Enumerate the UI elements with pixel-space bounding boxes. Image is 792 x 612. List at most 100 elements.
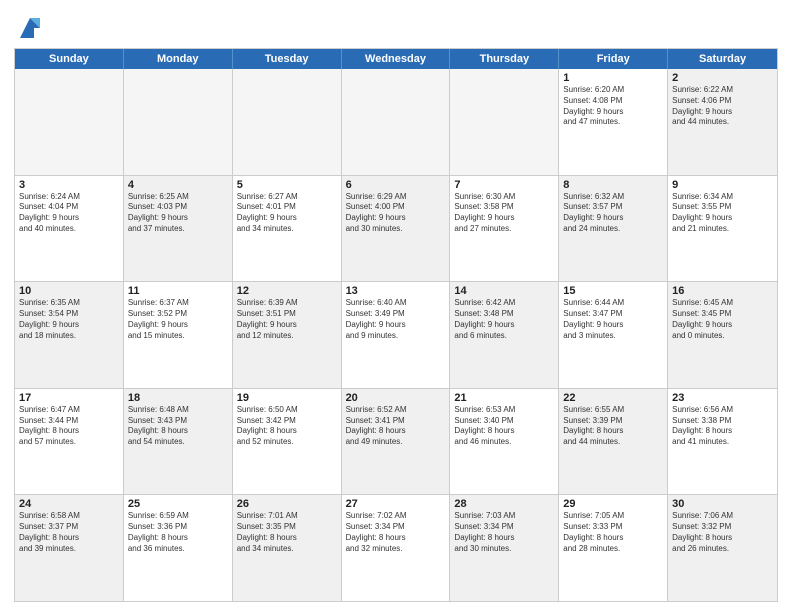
day-cell-2: 2Sunrise: 6:22 AM Sunset: 4:06 PM Daylig… xyxy=(668,69,777,175)
day-cell-6: 6Sunrise: 6:29 AM Sunset: 4:00 PM Daylig… xyxy=(342,176,451,282)
day-details: Sunrise: 6:58 AM Sunset: 3:37 PM Dayligh… xyxy=(19,511,119,554)
page: SundayMondayTuesdayWednesdayThursdayFrid… xyxy=(0,0,792,612)
day-number: 29 xyxy=(563,498,663,510)
day-cell-28: 28Sunrise: 7:03 AM Sunset: 3:34 PM Dayli… xyxy=(450,495,559,601)
day-details: Sunrise: 7:06 AM Sunset: 3:32 PM Dayligh… xyxy=(672,511,773,554)
weekday-header-saturday: Saturday xyxy=(668,49,777,69)
day-number: 7 xyxy=(454,179,554,191)
day-number: 8 xyxy=(563,179,663,191)
day-cell-19: 19Sunrise: 6:50 AM Sunset: 3:42 PM Dayli… xyxy=(233,389,342,495)
day-number: 24 xyxy=(19,498,119,510)
calendar-row-3: 17Sunrise: 6:47 AM Sunset: 3:44 PM Dayli… xyxy=(15,389,777,496)
header xyxy=(14,10,778,42)
day-cell-11: 11Sunrise: 6:37 AM Sunset: 3:52 PM Dayli… xyxy=(124,282,233,388)
calendar-row-4: 24Sunrise: 6:58 AM Sunset: 3:37 PM Dayli… xyxy=(15,495,777,601)
day-details: Sunrise: 6:55 AM Sunset: 3:39 PM Dayligh… xyxy=(563,405,663,448)
day-details: Sunrise: 6:20 AM Sunset: 4:08 PM Dayligh… xyxy=(563,85,663,128)
weekday-header-wednesday: Wednesday xyxy=(342,49,451,69)
day-number: 11 xyxy=(128,285,228,297)
day-number: 14 xyxy=(454,285,554,297)
weekday-header-monday: Monday xyxy=(124,49,233,69)
day-details: Sunrise: 7:03 AM Sunset: 3:34 PM Dayligh… xyxy=(454,511,554,554)
day-number: 21 xyxy=(454,392,554,404)
day-cell-18: 18Sunrise: 6:48 AM Sunset: 3:43 PM Dayli… xyxy=(124,389,233,495)
weekday-header-sunday: Sunday xyxy=(15,49,124,69)
day-cell-17: 17Sunrise: 6:47 AM Sunset: 3:44 PM Dayli… xyxy=(15,389,124,495)
day-cell-13: 13Sunrise: 6:40 AM Sunset: 3:49 PM Dayli… xyxy=(342,282,451,388)
day-number: 10 xyxy=(19,285,119,297)
day-cell-29: 29Sunrise: 7:05 AM Sunset: 3:33 PM Dayli… xyxy=(559,495,668,601)
day-cell-4: 4Sunrise: 6:25 AM Sunset: 4:03 PM Daylig… xyxy=(124,176,233,282)
day-cell-24: 24Sunrise: 6:58 AM Sunset: 3:37 PM Dayli… xyxy=(15,495,124,601)
day-number: 9 xyxy=(672,179,773,191)
day-cell-10: 10Sunrise: 6:35 AM Sunset: 3:54 PM Dayli… xyxy=(15,282,124,388)
day-number: 17 xyxy=(19,392,119,404)
day-number: 23 xyxy=(672,392,773,404)
weekday-header-thursday: Thursday xyxy=(450,49,559,69)
empty-cell xyxy=(233,69,342,175)
day-details: Sunrise: 7:05 AM Sunset: 3:33 PM Dayligh… xyxy=(563,511,663,554)
day-number: 15 xyxy=(563,285,663,297)
day-cell-20: 20Sunrise: 6:52 AM Sunset: 3:41 PM Dayli… xyxy=(342,389,451,495)
day-cell-21: 21Sunrise: 6:53 AM Sunset: 3:40 PM Dayli… xyxy=(450,389,559,495)
day-number: 28 xyxy=(454,498,554,510)
calendar-row-0: 1Sunrise: 6:20 AM Sunset: 4:08 PM Daylig… xyxy=(15,69,777,176)
day-cell-8: 8Sunrise: 6:32 AM Sunset: 3:57 PM Daylig… xyxy=(559,176,668,282)
day-cell-26: 26Sunrise: 7:01 AM Sunset: 3:35 PM Dayli… xyxy=(233,495,342,601)
day-details: Sunrise: 6:25 AM Sunset: 4:03 PM Dayligh… xyxy=(128,192,228,235)
day-number: 6 xyxy=(346,179,446,191)
logo-icon xyxy=(16,14,44,42)
day-details: Sunrise: 6:22 AM Sunset: 4:06 PM Dayligh… xyxy=(672,85,773,128)
day-number: 18 xyxy=(128,392,228,404)
day-details: Sunrise: 6:47 AM Sunset: 3:44 PM Dayligh… xyxy=(19,405,119,448)
calendar-row-1: 3Sunrise: 6:24 AM Sunset: 4:04 PM Daylig… xyxy=(15,176,777,283)
day-details: Sunrise: 6:40 AM Sunset: 3:49 PM Dayligh… xyxy=(346,298,446,341)
day-cell-30: 30Sunrise: 7:06 AM Sunset: 3:32 PM Dayli… xyxy=(668,495,777,601)
day-details: Sunrise: 7:01 AM Sunset: 3:35 PM Dayligh… xyxy=(237,511,337,554)
day-cell-15: 15Sunrise: 6:44 AM Sunset: 3:47 PM Dayli… xyxy=(559,282,668,388)
day-cell-7: 7Sunrise: 6:30 AM Sunset: 3:58 PM Daylig… xyxy=(450,176,559,282)
calendar: SundayMondayTuesdayWednesdayThursdayFrid… xyxy=(14,48,778,602)
day-number: 19 xyxy=(237,392,337,404)
day-number: 20 xyxy=(346,392,446,404)
day-details: Sunrise: 6:42 AM Sunset: 3:48 PM Dayligh… xyxy=(454,298,554,341)
day-details: Sunrise: 6:50 AM Sunset: 3:42 PM Dayligh… xyxy=(237,405,337,448)
weekday-header-tuesday: Tuesday xyxy=(233,49,342,69)
day-details: Sunrise: 6:48 AM Sunset: 3:43 PM Dayligh… xyxy=(128,405,228,448)
day-number: 27 xyxy=(346,498,446,510)
day-details: Sunrise: 6:45 AM Sunset: 3:45 PM Dayligh… xyxy=(672,298,773,341)
day-cell-9: 9Sunrise: 6:34 AM Sunset: 3:55 PM Daylig… xyxy=(668,176,777,282)
day-details: Sunrise: 6:44 AM Sunset: 3:47 PM Dayligh… xyxy=(563,298,663,341)
day-number: 30 xyxy=(672,498,773,510)
day-cell-3: 3Sunrise: 6:24 AM Sunset: 4:04 PM Daylig… xyxy=(15,176,124,282)
day-details: Sunrise: 6:32 AM Sunset: 3:57 PM Dayligh… xyxy=(563,192,663,235)
day-cell-22: 22Sunrise: 6:55 AM Sunset: 3:39 PM Dayli… xyxy=(559,389,668,495)
day-number: 25 xyxy=(128,498,228,510)
day-number: 26 xyxy=(237,498,337,510)
day-cell-27: 27Sunrise: 7:02 AM Sunset: 3:34 PM Dayli… xyxy=(342,495,451,601)
logo xyxy=(14,14,44,42)
day-number: 5 xyxy=(237,179,337,191)
day-number: 13 xyxy=(346,285,446,297)
day-cell-23: 23Sunrise: 6:56 AM Sunset: 3:38 PM Dayli… xyxy=(668,389,777,495)
day-cell-12: 12Sunrise: 6:39 AM Sunset: 3:51 PM Dayli… xyxy=(233,282,342,388)
day-details: Sunrise: 6:53 AM Sunset: 3:40 PM Dayligh… xyxy=(454,405,554,448)
calendar-row-2: 10Sunrise: 6:35 AM Sunset: 3:54 PM Dayli… xyxy=(15,282,777,389)
weekday-header-friday: Friday xyxy=(559,49,668,69)
empty-cell xyxy=(124,69,233,175)
empty-cell xyxy=(15,69,124,175)
calendar-body: 1Sunrise: 6:20 AM Sunset: 4:08 PM Daylig… xyxy=(15,69,777,601)
empty-cell xyxy=(450,69,559,175)
empty-cell xyxy=(342,69,451,175)
day-number: 22 xyxy=(563,392,663,404)
day-cell-16: 16Sunrise: 6:45 AM Sunset: 3:45 PM Dayli… xyxy=(668,282,777,388)
day-details: Sunrise: 6:37 AM Sunset: 3:52 PM Dayligh… xyxy=(128,298,228,341)
day-details: Sunrise: 6:34 AM Sunset: 3:55 PM Dayligh… xyxy=(672,192,773,235)
day-number: 1 xyxy=(563,72,663,84)
day-number: 2 xyxy=(672,72,773,84)
day-cell-25: 25Sunrise: 6:59 AM Sunset: 3:36 PM Dayli… xyxy=(124,495,233,601)
day-details: Sunrise: 6:39 AM Sunset: 3:51 PM Dayligh… xyxy=(237,298,337,341)
day-number: 3 xyxy=(19,179,119,191)
day-details: Sunrise: 6:29 AM Sunset: 4:00 PM Dayligh… xyxy=(346,192,446,235)
day-number: 16 xyxy=(672,285,773,297)
